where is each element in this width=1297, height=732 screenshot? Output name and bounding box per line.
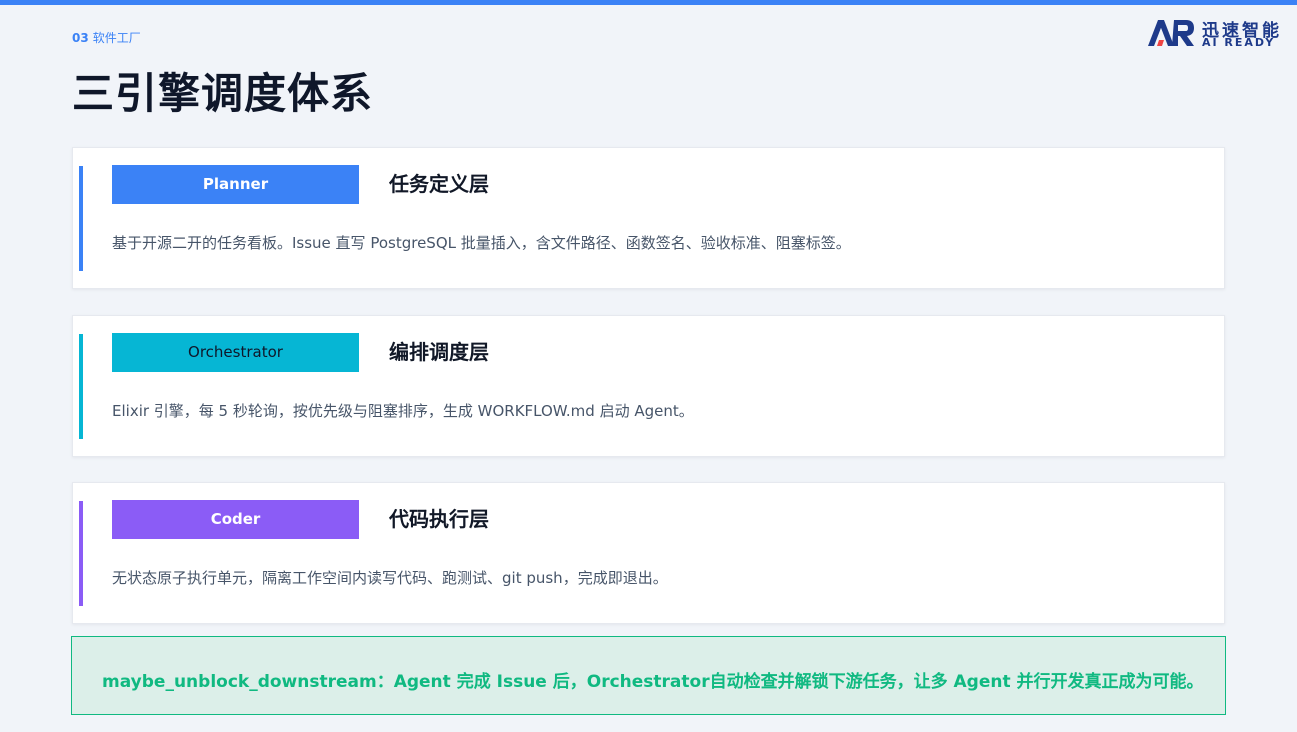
card-accent-bar [79,501,83,606]
layer-description: Elixir 引擎，每 5 秒轮询，按优先级与阻塞排序，生成 WORKFLOW.… [112,402,694,420]
brand-logo: 迅速智能 AI READY [1146,16,1286,52]
layer-card-coder: Coder 代码执行层 无状态原子执行单元，隔离工作空间内读写代码、跑测试、gi… [72,482,1225,624]
callout-box: maybe_unblock_downstream：Agent 完成 Issue … [71,636,1226,715]
section-number: 03 [72,31,89,45]
callout-text: maybe_unblock_downstream：Agent 完成 Issue … [102,672,1204,692]
planner-badge: Planner [112,165,359,204]
layer-card-planner: Planner 任务定义层 基于开源二开的任务看板。Issue 直写 Postg… [72,147,1225,289]
top-accent-bar [0,0,1297,5]
section-name: 软件工厂 [92,31,141,45]
page-title: 三引擎调度体系 [72,69,374,118]
orchestrator-badge: Orchestrator [112,333,359,372]
card-accent-bar [79,166,83,271]
card-accent-bar [79,334,83,439]
layer-title: 代码执行层 [389,507,489,531]
layer-title: 编排调度层 [389,340,489,364]
layer-card-orchestrator: Orchestrator 编排调度层 Elixir 引擎，每 5 秒轮询，按优先… [72,315,1225,457]
layer-description: 基于开源二开的任务看板。Issue 直写 PostgreSQL 批量插入，含文件… [112,234,851,252]
coder-badge: Coder [112,500,359,539]
air-logo-icon [1148,20,1194,46]
section-label: 03 软件工厂 [72,29,141,46]
layer-description: 无状态原子执行单元，隔离工作空间内读写代码、跑测试、git push，完成即退出… [112,569,668,587]
layer-title: 任务定义层 [389,172,489,196]
logo-name-en: AI READY [1202,36,1276,49]
